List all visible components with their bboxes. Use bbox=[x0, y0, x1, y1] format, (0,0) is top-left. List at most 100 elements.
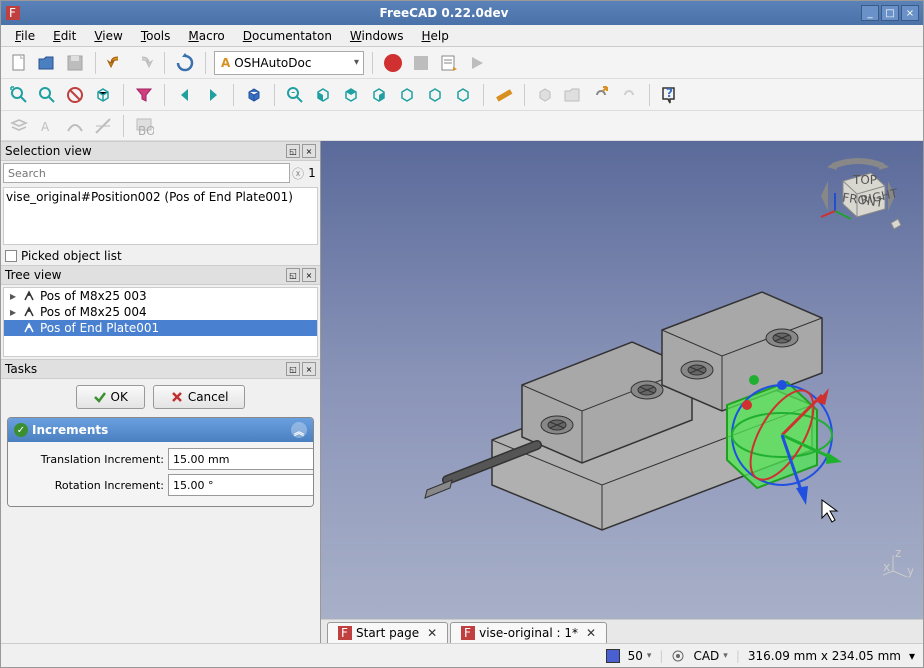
link-icon[interactable] bbox=[589, 83, 613, 107]
svg-text:?: ? bbox=[666, 86, 673, 100]
color-indicator[interactable] bbox=[606, 649, 620, 663]
selection-item[interactable]: vise_original#Position002 (Pos of End Pl… bbox=[6, 190, 315, 204]
menu-documentation[interactable]: Documentaton bbox=[235, 27, 340, 45]
view-left-icon[interactable] bbox=[451, 83, 475, 107]
curve-icon[interactable] bbox=[63, 114, 87, 138]
expand-icon[interactable]: ▸ bbox=[8, 305, 18, 319]
tasks-header: Tasks ◱ × bbox=[1, 359, 320, 379]
tab-start-page[interactable]: F Start page ✕ bbox=[327, 622, 448, 643]
cursor-icon bbox=[822, 500, 837, 522]
macro-record-icon[interactable] bbox=[381, 51, 405, 75]
whats-this-icon[interactable]: ? bbox=[658, 83, 682, 107]
close-button[interactable]: × bbox=[901, 5, 919, 21]
tree-item[interactable]: ▸ Pos of M8x25 003 bbox=[4, 288, 317, 304]
rotation-spinbox[interactable]: ▲▼ bbox=[168, 474, 314, 496]
fit-all-icon[interactable] bbox=[7, 83, 31, 107]
menu-view[interactable]: View bbox=[86, 27, 130, 45]
text-icon[interactable]: A bbox=[35, 114, 59, 138]
redo-icon[interactable] bbox=[132, 51, 156, 75]
menu-help[interactable]: Help bbox=[414, 27, 457, 45]
dimensions-label: 316.09 mm x 234.05 mm bbox=[748, 649, 901, 663]
nav-left-icon[interactable] bbox=[173, 83, 197, 107]
undock-tasks-icon[interactable]: ◱ bbox=[286, 362, 300, 376]
open-file-icon[interactable] bbox=[35, 51, 59, 75]
axes-indicator: z y x bbox=[883, 549, 913, 579]
search-input[interactable] bbox=[3, 163, 290, 183]
menu-macro[interactable]: Macro bbox=[180, 27, 232, 45]
layers-icon[interactable] bbox=[7, 114, 31, 138]
fit-selection-icon[interactable] bbox=[35, 83, 59, 107]
close-pane-icon[interactable]: × bbox=[302, 144, 316, 158]
nav-mode-dropdown[interactable]: CAD bbox=[693, 649, 727, 663]
save-file-icon[interactable] bbox=[63, 51, 87, 75]
navcube-top: TOP bbox=[852, 173, 877, 187]
close-tab-icon[interactable]: ✕ bbox=[586, 626, 596, 640]
menu-windows[interactable]: Windows bbox=[342, 27, 412, 45]
rotation-input[interactable] bbox=[169, 475, 314, 495]
minimize-button[interactable]: _ bbox=[861, 5, 879, 21]
translation-spinbox[interactable]: ▲▼ bbox=[168, 448, 314, 470]
check-circle-icon: ✓ bbox=[14, 423, 28, 437]
tree-view-header: Tree view ◱ × bbox=[1, 265, 320, 285]
picked-label: Picked object list bbox=[21, 249, 122, 263]
clear-search-icon[interactable]: ⓧ bbox=[290, 165, 306, 182]
view-bottom-icon[interactable] bbox=[423, 83, 447, 107]
menu-file[interactable]: File bbox=[7, 27, 43, 45]
cross-icon bbox=[170, 390, 184, 404]
axis-icon[interactable] bbox=[91, 114, 115, 138]
undock-icon[interactable]: ◱ bbox=[286, 144, 300, 158]
zoom-icon[interactable]: - bbox=[283, 83, 307, 107]
3d-model-vise[interactable] bbox=[392, 210, 852, 550]
ok-button[interactable]: OK bbox=[76, 385, 145, 409]
measure-icon[interactable] bbox=[492, 83, 516, 107]
close-tasks-icon[interactable]: × bbox=[302, 362, 316, 376]
position-icon bbox=[22, 321, 36, 335]
position-icon bbox=[22, 305, 36, 319]
picked-checkbox[interactable] bbox=[5, 250, 17, 262]
increments-header[interactable]: ✓ Increments ︽ bbox=[8, 418, 313, 442]
menu-tools[interactable]: Tools bbox=[133, 27, 179, 45]
new-file-icon[interactable] bbox=[7, 51, 31, 75]
freecad-icon: F bbox=[338, 626, 352, 640]
expand-icon[interactable]: ▸ bbox=[8, 289, 18, 303]
selection-list[interactable]: vise_original#Position002 (Pos of End Pl… bbox=[3, 187, 318, 245]
view-right-icon[interactable] bbox=[367, 83, 391, 107]
undo-icon[interactable] bbox=[104, 51, 128, 75]
tree-item[interactable]: ▸ Pos of M8x25 004 bbox=[4, 304, 317, 320]
status-value-dropdown[interactable]: 50 bbox=[628, 649, 652, 663]
undock-tree-icon[interactable]: ◱ bbox=[286, 268, 300, 282]
view-top-icon[interactable] bbox=[339, 83, 363, 107]
svg-text:BOM: BOM bbox=[138, 124, 154, 136]
link-group-icon[interactable] bbox=[617, 83, 641, 107]
nav-style-icon[interactable] bbox=[671, 649, 685, 663]
draw-style-icon[interactable] bbox=[63, 83, 87, 107]
workbench-selector[interactable]: A OSHAutoDoc bbox=[214, 51, 364, 75]
menu-edit[interactable]: Edit bbox=[45, 27, 84, 45]
bom-icon[interactable]: BOM bbox=[132, 114, 156, 138]
collapse-icon[interactable]: ︽ bbox=[291, 422, 307, 438]
macro-stop-icon[interactable] bbox=[409, 51, 433, 75]
nav-right-icon[interactable] bbox=[201, 83, 225, 107]
translation-input[interactable] bbox=[169, 449, 314, 469]
filter-icon[interactable] bbox=[132, 83, 156, 107]
tree-item-selected[interactable]: ▸ Pos of End Plate001 bbox=[4, 320, 317, 336]
maximize-button[interactable]: □ bbox=[881, 5, 899, 21]
tasks-body: OK Cancel ✓ Increments ︽ Translation Inc… bbox=[1, 379, 320, 643]
3d-view[interactable]: TOP FRONT RIGHT z y x bbox=[321, 141, 923, 619]
refresh-icon[interactable] bbox=[173, 51, 197, 75]
selection-view-header: Selection view ◱ × bbox=[1, 141, 320, 161]
cancel-button[interactable]: Cancel bbox=[153, 385, 246, 409]
tree-list[interactable]: ▸ Pos of M8x25 003 ▸ Pos of M8x25 004 ▸ … bbox=[3, 287, 318, 357]
close-tab-icon[interactable]: ✕ bbox=[427, 626, 437, 640]
macro-play-icon[interactable] bbox=[465, 51, 489, 75]
close-tree-icon[interactable]: × bbox=[302, 268, 316, 282]
part-icon[interactable] bbox=[533, 83, 557, 107]
view-front-icon[interactable] bbox=[311, 83, 335, 107]
isometric-icon[interactable] bbox=[242, 83, 266, 107]
group-icon[interactable] bbox=[561, 83, 585, 107]
tab-document[interactable]: F vise-original : 1* ✕ bbox=[450, 622, 607, 643]
svg-text:z: z bbox=[895, 549, 901, 560]
macro-list-icon[interactable] bbox=[437, 51, 461, 75]
bounding-box-icon[interactable] bbox=[91, 83, 115, 107]
view-rear-icon[interactable] bbox=[395, 83, 419, 107]
